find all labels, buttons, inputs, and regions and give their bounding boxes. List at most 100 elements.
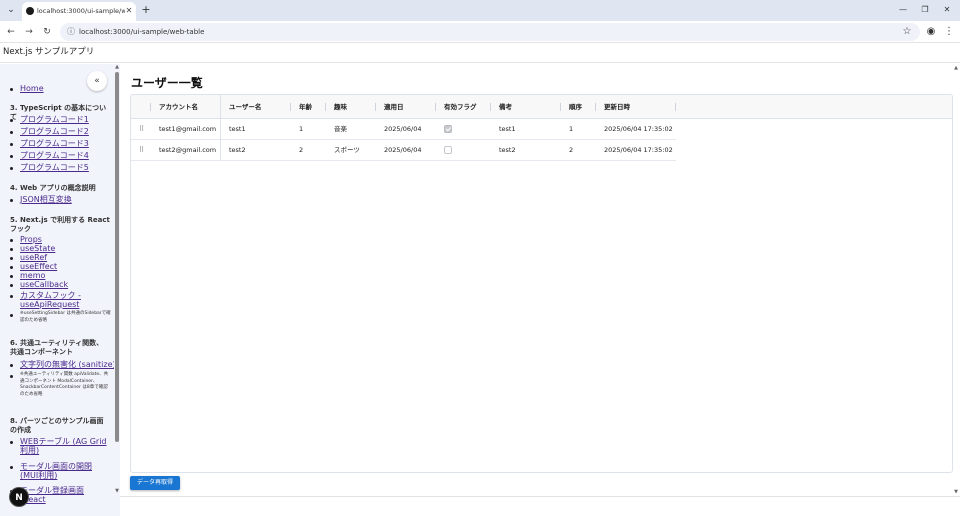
sidebar-item-useref[interactable]: useRef xyxy=(20,253,47,262)
chevron-down-icon[interactable]: ⌄ xyxy=(4,4,18,17)
column-separator xyxy=(290,103,291,111)
list-bullet xyxy=(10,143,13,146)
sidebar-item-code1[interactable]: プログラムコード1 xyxy=(20,115,89,124)
list-bullet xyxy=(10,248,13,251)
active-checkbox[interactable] xyxy=(444,146,452,154)
sidebar-scrollbar[interactable]: ▲ ▼ xyxy=(114,64,120,516)
column-header-hobby[interactable]: 趣味 xyxy=(334,95,347,119)
sidebar-item-modal-register[interactable]: モーダル登録画面 (React xyxy=(20,486,112,504)
pinned-column-divider xyxy=(220,95,221,161)
more-vertical-icon[interactable]: ⋮ xyxy=(944,25,954,39)
url-text[interactable]: localhost:3000/ui-sample/web-table xyxy=(79,27,204,37)
scroll-down-icon[interactable]: ▼ xyxy=(114,488,120,494)
sidebar-item-usecallback[interactable]: useCallback xyxy=(20,280,68,289)
column-header-age[interactable]: 年齢 xyxy=(299,95,312,119)
sidebar-item-memo[interactable]: memo xyxy=(20,271,45,280)
cell-order: 1 xyxy=(569,125,574,133)
column-header-note[interactable]: 備考 xyxy=(499,95,512,119)
page-title: ユーザー一覧 xyxy=(131,76,203,90)
app-header: Next.js サンプルアプリ xyxy=(0,43,960,63)
scroll-up-icon[interactable]: ▲ xyxy=(114,64,120,70)
browser-toolbar: ← → ↻ ⓘ localhost:3000/ui-sample/web-tab… xyxy=(0,21,960,43)
active-checkbox[interactable] xyxy=(444,125,452,133)
column-header-updated[interactable]: 更新日時 xyxy=(604,95,630,119)
sidebar-item-usestate[interactable]: useState xyxy=(20,244,55,253)
column-separator xyxy=(375,103,376,111)
list-bullet xyxy=(10,131,13,134)
column-separator xyxy=(560,103,561,111)
cell-user: test2 xyxy=(229,146,246,154)
reload-icon[interactable]: ↻ xyxy=(41,25,53,39)
sidebar-item-code3[interactable]: プログラムコード3 xyxy=(20,139,89,148)
list-bullet xyxy=(10,441,13,444)
sidebar-item-json[interactable]: JSON相互変換 xyxy=(20,195,72,204)
table-row[interactable]: ⠿ test2@gmail.com test2 2 スポーツ 2025/06/0… xyxy=(131,140,676,161)
sidebar-heading-section5: 5. Next.js で利用する React フック xyxy=(10,216,110,233)
browser-tab-bar: ⌄ localhost:3000/ui-sample/web ✕ + — ❐ ✕ xyxy=(0,0,960,21)
window-close-icon[interactable]: ✕ xyxy=(940,3,954,17)
column-header-date[interactable]: 適用日 xyxy=(384,95,404,119)
scroll-up-icon[interactable]: ▲ xyxy=(952,64,960,72)
sidebar-item-code2[interactable]: プログラムコード2 xyxy=(20,127,89,136)
table-header: アカウント名 ユーザー名 年齢 趣味 適用日 有効フラグ 備考 順序 更新日時 xyxy=(131,95,952,119)
sidebar-item-sanitize[interactable]: 文字列の無害化 (sanitize) xyxy=(20,360,116,369)
address-bar[interactable]: ⓘ localhost:3000/ui-sample/web-table xyxy=(60,23,920,41)
divider xyxy=(120,496,960,497)
list-bullet xyxy=(10,284,13,287)
app-title: Next.js サンプルアプリ xyxy=(3,47,95,57)
sidebar-item-code5[interactable]: プログラムコード5 xyxy=(20,163,89,172)
restore-icon[interactable]: ❐ xyxy=(918,3,932,17)
sidebar-heading-section8: 8. パーツごとのサンプル画面の作成 xyxy=(10,417,104,434)
list-bullet xyxy=(10,167,13,170)
cell-account: test1@gmail.com xyxy=(159,125,217,133)
sidebar-item-custom-hook[interactable]: カスタムフック - useApiRequest xyxy=(20,291,112,309)
forward-arrow-icon[interactable]: → xyxy=(23,25,35,39)
cell-age: 2 xyxy=(299,146,304,154)
cell-note: test1 xyxy=(499,125,516,133)
sidebar-item-code4[interactable]: プログラムコード4 xyxy=(20,151,89,160)
sidebar-note-section6: ※共通ユーティリティ関数 apiValidate、共通コンポーネント Modal… xyxy=(20,372,109,397)
drag-handle-icon[interactable]: ⠿ xyxy=(139,119,144,140)
list-bullet xyxy=(10,119,13,122)
browser-tab[interactable]: localhost:3000/ui-sample/web ✕ xyxy=(22,2,136,21)
column-separator xyxy=(675,103,676,111)
back-arrow-icon[interactable]: ← xyxy=(5,25,17,39)
list-bullet xyxy=(10,239,13,242)
sidebar-item-modal[interactable]: モーダル画面の開閉 (MUI利用) xyxy=(20,462,112,480)
sidebar-item-web-table[interactable]: WEBテーブル (AG Grid利用) xyxy=(20,437,112,455)
minimize-icon[interactable]: — xyxy=(896,3,910,17)
sidebar-item-home[interactable]: Home xyxy=(20,84,44,93)
column-header-active[interactable]: 有効フラグ xyxy=(444,95,477,119)
cell-updated: 2025/06/04 17:35:02 xyxy=(604,125,673,133)
column-separator xyxy=(595,103,596,111)
column-header-account[interactable]: アカウント名 xyxy=(159,95,198,119)
table-row[interactable]: ⠿ test1@gmail.com test1 1 音楽 2025/06/04 … xyxy=(131,119,676,140)
list-bullet xyxy=(10,314,13,317)
scroll-down-icon[interactable]: ▼ xyxy=(952,488,960,496)
cell-date: 2025/06/04 xyxy=(384,146,422,154)
list-bullet xyxy=(10,275,13,278)
column-header-order[interactable]: 順序 xyxy=(569,95,582,119)
double-chevron-left-icon[interactable]: « xyxy=(87,71,107,91)
cell-note: test2 xyxy=(499,146,516,154)
sidebar-heading-section4: 4. Web アプリの概念説明 xyxy=(10,184,96,192)
close-icon[interactable]: ✕ xyxy=(124,5,134,17)
column-separator xyxy=(490,103,491,111)
sidebar-item-useeffect[interactable]: useEffect xyxy=(20,262,57,271)
plus-icon[interactable]: + xyxy=(140,3,152,17)
profile-icon[interactable]: ◉ xyxy=(925,25,937,39)
sidebar: « Home 3. TypeScript の基本について プログラムコード1 プ… xyxy=(0,64,120,516)
star-icon[interactable]: ☆ xyxy=(901,25,913,39)
column-header-user[interactable]: ユーザー名 xyxy=(229,95,261,119)
sidebar-heading-section6: 6. 共通ユーティリティ関数、共通コンポーネント xyxy=(10,339,104,356)
cell-hobby: スポーツ xyxy=(334,146,360,154)
scrollbar-thumb[interactable] xyxy=(115,72,119,442)
drag-handle-icon[interactable]: ⠿ xyxy=(139,140,144,161)
cell-account: test2@gmail.com xyxy=(159,146,217,154)
site-info-icon[interactable]: ⓘ xyxy=(66,27,76,37)
sidebar-item-props[interactable]: Props xyxy=(20,235,42,244)
list-bullet xyxy=(10,466,13,469)
nextjs-logo-icon[interactable]: N xyxy=(9,487,29,507)
list-bullet xyxy=(10,266,13,269)
reload-data-button[interactable]: データ再取得 xyxy=(130,476,180,490)
